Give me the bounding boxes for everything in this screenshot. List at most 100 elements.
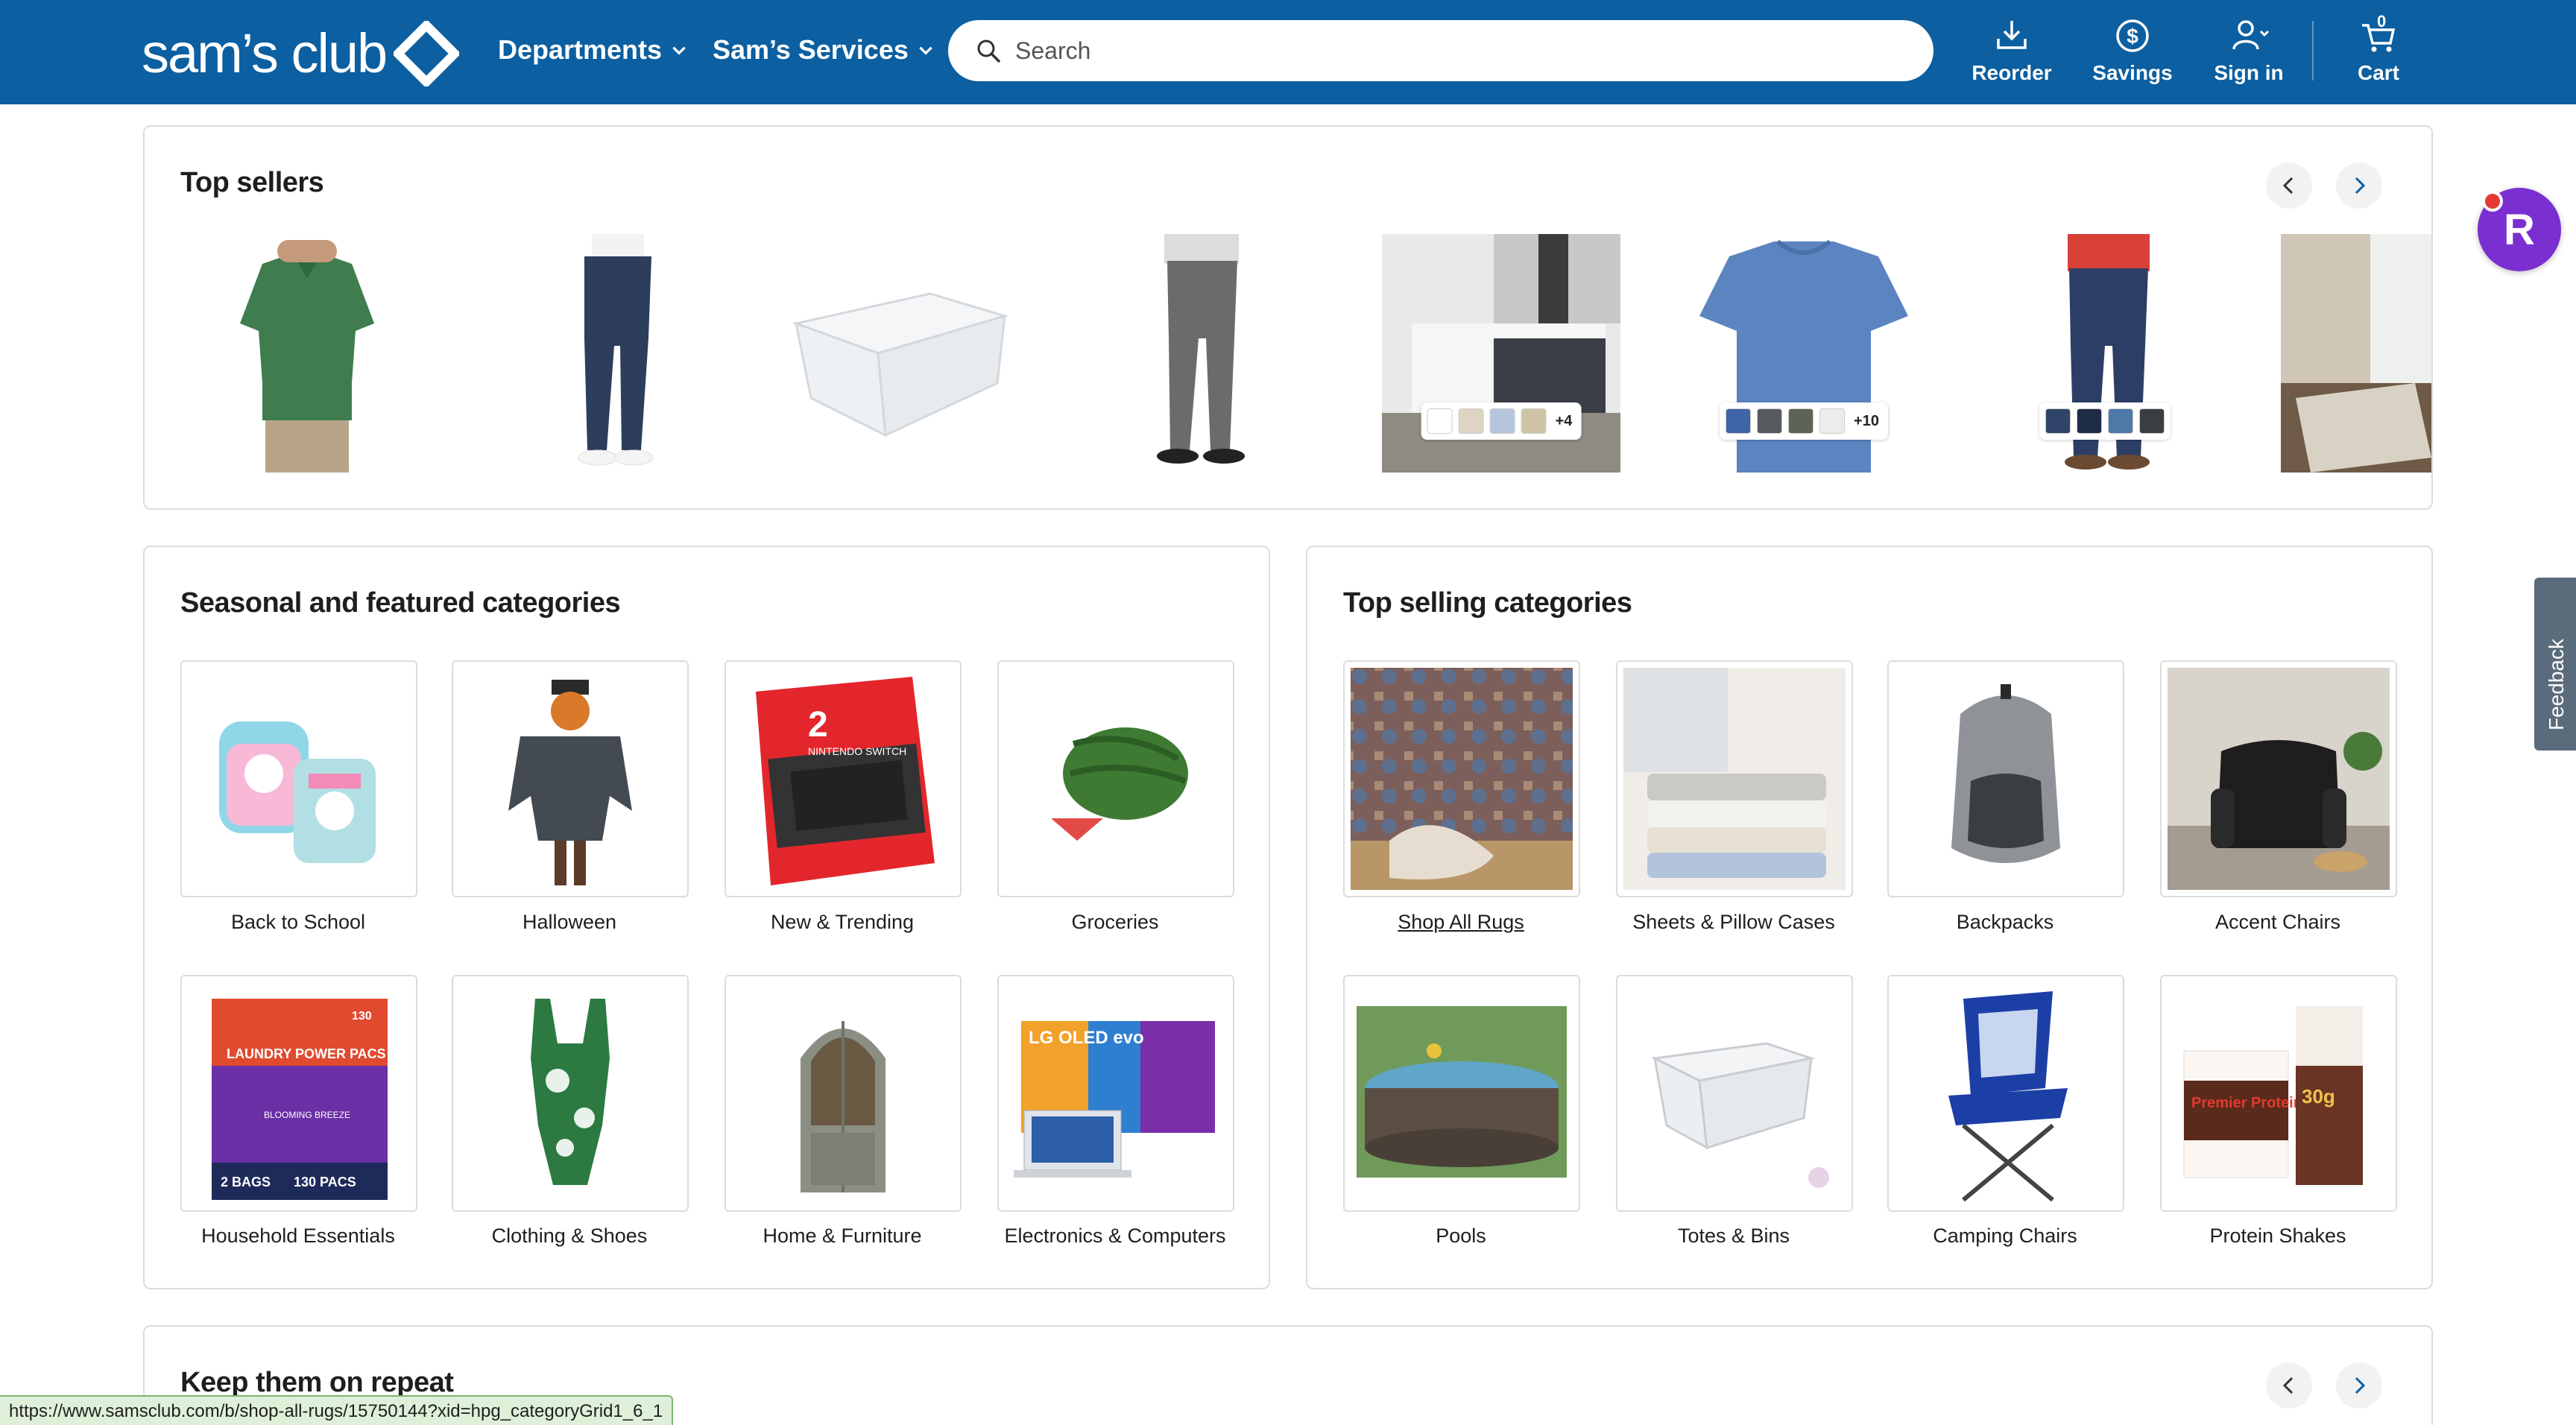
cart-button[interactable]: 0 Cart: [2337, 12, 2419, 85]
logo-text: sam’s club: [142, 22, 388, 84]
nintendo-switch-image: 2 NINTENDO SWITCH: [726, 662, 960, 896]
tile-sheets-and-pillow-cases[interactable]: [1616, 660, 1853, 897]
swatch-white[interactable]: [1427, 408, 1453, 434]
tile-shop-all-rugs[interactable]: [1343, 660, 1580, 897]
departments-label: Departments: [498, 34, 663, 65]
label-household-essentials[interactable]: Household Essentials: [157, 1225, 440, 1248]
tile-home-and-furniture[interactable]: [724, 975, 962, 1212]
top-sellers-next-button[interactable]: [2336, 162, 2382, 209]
top-selling-title: Top selling categories: [1343, 587, 1632, 619]
swatch-olive[interactable]: [1788, 408, 1814, 434]
label-back-to-school[interactable]: Back to School: [157, 911, 440, 934]
chevron-right-icon: [2355, 177, 2366, 195]
product-green-polo[interactable]: [188, 234, 426, 473]
tile-accent-chairs[interactable]: [2160, 660, 2397, 897]
assistant-letter: R: [2504, 205, 2535, 254]
swatch-medium-wash[interactable]: [2108, 408, 2133, 434]
label-protein-shakes[interactable]: Protein Shakes: [2136, 1225, 2419, 1248]
tile-totes-and-bins[interactable]: [1616, 975, 1853, 1212]
more-swatches-count[interactable]: +10: [1851, 413, 1882, 430]
swatch-charcoal[interactable]: [1757, 408, 1783, 434]
label-halloween[interactable]: Halloween: [428, 911, 711, 934]
tile-household-essentials[interactable]: LAUNDRY POWER PACS 130 BLOOMING BREEZE 2…: [180, 975, 417, 1212]
tote-bin-image: [1617, 976, 1852, 1210]
sign-in-button[interactable]: Sign in: [2208, 16, 2290, 85]
search-input[interactable]: [1015, 37, 1910, 65]
swatch-black[interactable]: [2139, 408, 2165, 434]
label-sheets-and-pillow-cases[interactable]: Sheets & Pillow Cases: [1592, 911, 1875, 934]
reorder-button[interactable]: Reorder: [1971, 16, 2053, 85]
top-sellers-prev-button[interactable]: [2266, 162, 2312, 209]
product-gray-pants[interactable]: [1078, 234, 1316, 473]
chevron-down-icon: [919, 46, 932, 55]
product-area-rug[interactable]: [2281, 234, 2431, 473]
watermelon-image: [999, 662, 1233, 896]
savings-label: Savings: [2092, 61, 2173, 84]
tile-new-and-trending[interactable]: 2 NINTENDO SWITCH: [724, 660, 962, 897]
tile-camping-chairs[interactable]: [1887, 975, 2124, 1212]
switch-label: NINTENDO SWITCH: [808, 745, 906, 757]
swatch-dark-wash[interactable]: [2045, 408, 2071, 434]
account-icon: [2232, 20, 2270, 50]
label-groceries[interactable]: Groceries: [973, 911, 1257, 934]
product-blue-tshirt[interactable]: +10: [1685, 234, 1923, 473]
savings-icon: $: [2116, 19, 2149, 52]
tile-protein-shakes[interactable]: Premier Protein 30g: [2160, 975, 2397, 1212]
label-clothing-and-shoes[interactable]: Clothing & Shoes: [428, 1225, 711, 1248]
sams-services-label: Sam’s Services: [713, 34, 909, 65]
tile-halloween[interactable]: [452, 660, 689, 897]
label-camping-chairs[interactable]: Camping Chairs: [1863, 1225, 2147, 1248]
label-new-and-trending[interactable]: New & Trending: [701, 911, 984, 934]
label-backpacks[interactable]: Backpacks: [1863, 911, 2147, 934]
label-electronics-and-computers[interactable]: Electronics & Computers: [973, 1225, 1257, 1248]
sign-in-label: Sign in: [2214, 61, 2284, 84]
chevron-right-icon: [2355, 1377, 2366, 1394]
color-swatches[interactable]: +10: [1720, 402, 1888, 440]
pool-image: [1345, 976, 1579, 1210]
product-clear-tote[interactable]: [781, 234, 1020, 473]
label-accent-chairs[interactable]: Accent Chairs: [2136, 911, 2419, 934]
savings-button[interactable]: $ Savings: [2092, 16, 2174, 85]
swatch-blue[interactable]: [1489, 408, 1515, 434]
swatch-rinse[interactable]: [2077, 408, 2102, 434]
swimsuit-image: [453, 976, 687, 1210]
label-shop-all-rugs[interactable]: Shop All Rugs: [1319, 911, 1603, 934]
seasonal-title: Seasonal and featured categories: [180, 587, 621, 619]
arched-cabinet-image: [726, 976, 960, 1210]
color-swatches[interactable]: +4: [1421, 402, 1582, 440]
tile-backpacks[interactable]: [1887, 660, 2124, 897]
label-home-and-furniture[interactable]: Home & Furniture: [701, 1225, 984, 1248]
color-swatches[interactable]: [2039, 402, 2171, 440]
product-jeans[interactable]: [1986, 234, 2224, 473]
protein-grams-text: 30g: [2302, 1085, 2335, 1108]
chevron-down-icon: [672, 46, 686, 55]
reorder-label: Reorder: [1972, 61, 2052, 84]
tile-clothing-and-shoes[interactable]: [452, 975, 689, 1212]
clear-tote-image: [781, 234, 1020, 473]
sams-services-menu[interactable]: Sam’s Services: [713, 34, 935, 66]
swatch-blue[interactable]: [1726, 408, 1752, 434]
diamond-logo-icon: [394, 21, 460, 86]
repeat-next-button[interactable]: [2336, 1362, 2382, 1409]
chevron-left-icon: [2282, 1377, 2294, 1394]
feedback-tab[interactable]: Feedback: [2534, 578, 2576, 751]
navy-joggers-image: [495, 234, 733, 473]
departments-menu[interactable]: Departments: [498, 34, 689, 66]
product-navy-joggers[interactable]: [495, 234, 733, 473]
label-totes-and-bins[interactable]: Totes & Bins: [1592, 1225, 1875, 1248]
swatch-tan[interactable]: [1521, 408, 1547, 434]
swatch-beige[interactable]: [1458, 408, 1484, 434]
search-icon[interactable]: [975, 37, 1002, 64]
more-swatches-count[interactable]: +4: [1553, 413, 1576, 430]
swatch-light-gray[interactable]: [1819, 408, 1846, 434]
label-pools[interactable]: Pools: [1319, 1225, 1603, 1248]
repeat-prev-button[interactable]: [2266, 1362, 2312, 1409]
tile-back-to-school[interactable]: [180, 660, 417, 897]
tile-electronics-and-computers[interactable]: LG OLED evo: [997, 975, 1234, 1212]
tile-pools[interactable]: [1343, 975, 1580, 1212]
laundry-bags-text: 2 BAGS: [221, 1175, 271, 1189]
tile-groceries[interactable]: [997, 660, 1234, 897]
status-bar-url: https://www.samsclub.com/b/shop-all-rugs…: [0, 1395, 674, 1425]
product-bedding-set[interactable]: +4: [1382, 234, 1620, 473]
sams-club-logo[interactable]: sam’s club: [142, 21, 460, 86]
